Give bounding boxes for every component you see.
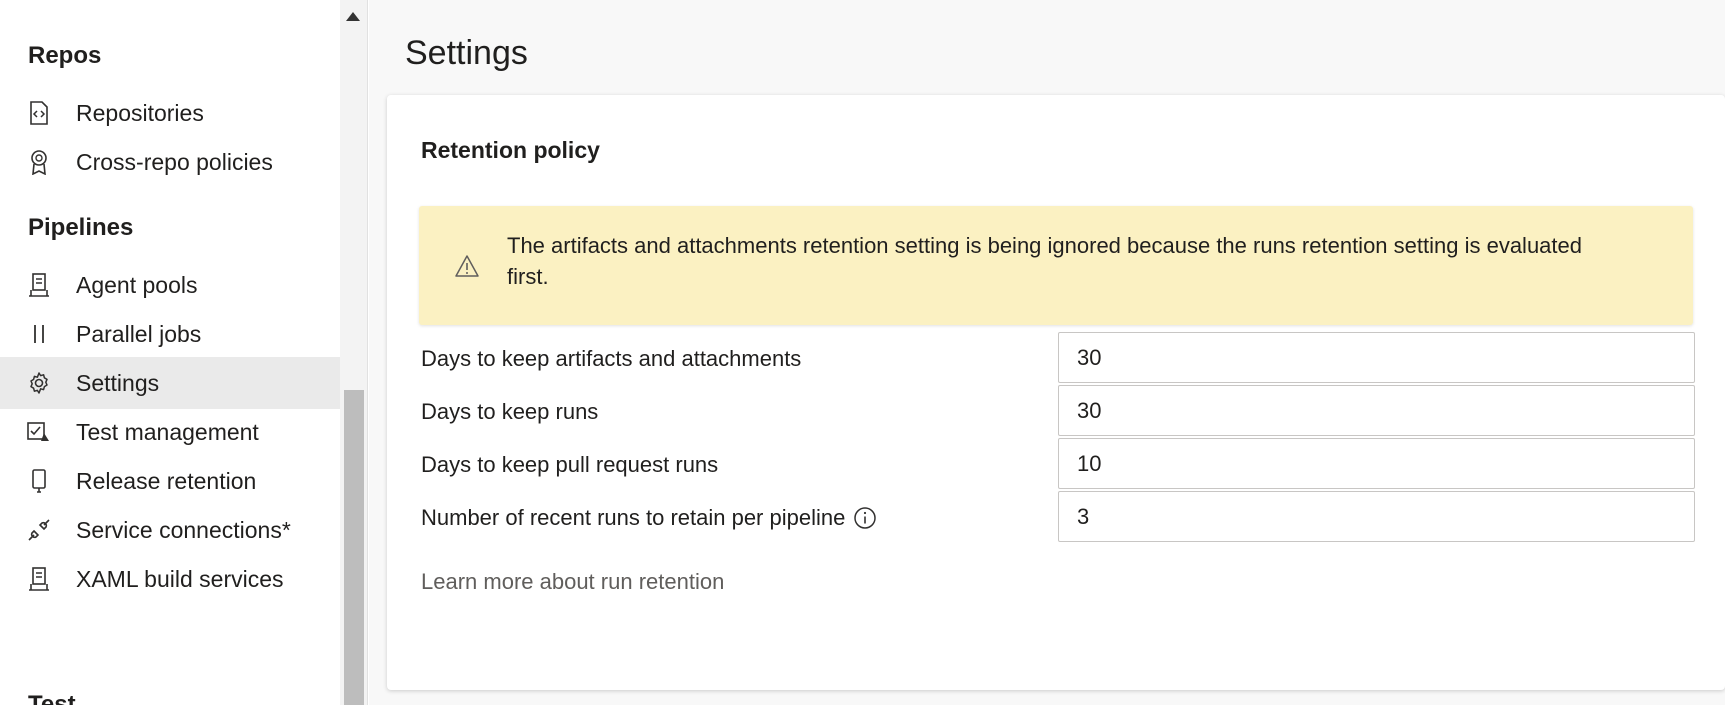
setting-label-text: Days to keep runs xyxy=(421,399,599,424)
page-title: Settings xyxy=(405,34,528,72)
sidebar-item-agent-pools[interactable]: Agent pools xyxy=(0,259,340,311)
phone-icon xyxy=(26,468,52,494)
policy-badge-icon xyxy=(26,149,52,175)
sidebar-item-label: Agent pools xyxy=(76,271,198,298)
setting-label: Number of recent runs to retain per pipe… xyxy=(421,505,877,531)
sidebar-item-cross-repo-policies[interactable]: Cross-repo policies xyxy=(0,136,340,188)
setting-label: Days to keep artifacts and attachments xyxy=(421,346,801,372)
test-management-icon xyxy=(26,419,52,445)
group-title-partial: Test xyxy=(28,692,76,705)
sidebar-item-settings[interactable]: Settings xyxy=(0,357,340,409)
retention-policy-card: Retention policy The artifacts and attac… xyxy=(387,95,1725,690)
section-title: Retention policy xyxy=(421,137,600,163)
sidebar-item-label: Release retention xyxy=(76,467,257,494)
sidebar-item-label: Repositories xyxy=(76,99,204,126)
sidebar-item-xaml-build-services[interactable]: XAML build services xyxy=(0,553,340,605)
sidebar-item-release-retention[interactable]: Release retention xyxy=(0,455,340,507)
repo-icon xyxy=(26,100,52,126)
parallel-icon xyxy=(26,321,52,347)
sidebar-item-label: Cross-repo policies xyxy=(76,148,273,175)
scroll-up-arrow-icon[interactable] xyxy=(346,12,360,21)
setting-label: Days to keep pull request runs xyxy=(421,452,718,478)
plug-icon xyxy=(26,517,52,543)
sidebar-item-test-management[interactable]: Test management xyxy=(0,406,340,458)
sidebar-item-service-connections[interactable]: Service connections* xyxy=(0,504,340,556)
setting-label-text: Days to keep pull request runs xyxy=(421,452,719,477)
main-content: Settings Retention policy The artifacts … xyxy=(369,0,1725,705)
recent-runs-input[interactable] xyxy=(1058,491,1695,542)
warning-banner: The artifacts and attachments retention … xyxy=(419,206,1693,325)
sidebar-item-label: Parallel jobs xyxy=(76,320,202,347)
setting-label: Days to keep runs xyxy=(421,399,598,425)
sidebar-item-repositories[interactable]: Repositories xyxy=(0,87,340,139)
setting-row-recent-runs: Number of recent runs to retain per pipe… xyxy=(421,491,1695,543)
info-icon[interactable] xyxy=(853,506,877,530)
sidebar-item-label: Service connections* xyxy=(76,516,291,543)
group-title-repos: Repos xyxy=(28,42,102,69)
setting-row-pr-runs: Days to keep pull request runs xyxy=(421,438,1695,490)
days-runs-input[interactable] xyxy=(1058,385,1695,436)
build-service-icon xyxy=(26,566,52,592)
sidebar-item-label: XAML build services xyxy=(76,565,284,592)
setting-row-artifacts: Days to keep artifacts and attachments xyxy=(421,332,1695,384)
agent-pool-icon xyxy=(26,272,52,298)
sidebar: Repos Repositories Cross-repo policies P… xyxy=(0,0,340,705)
setting-label-text: Days to keep artifacts and attachments xyxy=(421,346,802,371)
setting-row-runs: Days to keep runs xyxy=(421,385,1695,437)
warning-icon xyxy=(453,252,481,280)
sidebar-scrollbar[interactable] xyxy=(340,0,368,705)
scroll-thumb[interactable] xyxy=(344,390,364,705)
sidebar-item-label: Test management xyxy=(76,418,259,445)
sidebar-item-parallel-jobs[interactable]: Parallel jobs xyxy=(0,308,340,360)
learn-more-link[interactable]: Learn more about run retention xyxy=(421,569,724,595)
gear-icon xyxy=(26,370,52,396)
days-pr-runs-input[interactable] xyxy=(1058,438,1695,489)
setting-label-text: Number of recent runs to retain per pipe… xyxy=(421,505,846,530)
warning-text: The artifacts and attachments retention … xyxy=(507,233,1582,289)
sidebar-item-label: Settings xyxy=(76,369,160,396)
days-artifacts-input[interactable] xyxy=(1058,332,1695,383)
group-title-pipelines: Pipelines xyxy=(28,214,134,241)
